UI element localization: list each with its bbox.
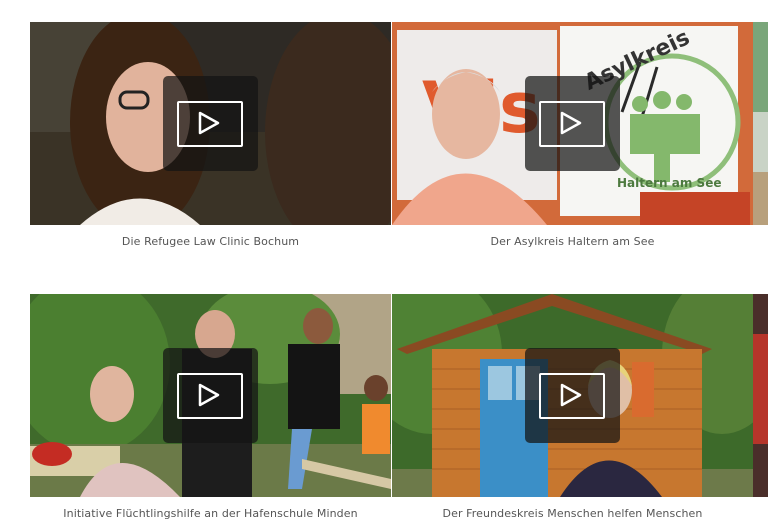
video-thumbnail[interactable]: Vis Asylkreis Haltern am See	[392, 22, 753, 225]
video-thumbnail[interactable]	[392, 294, 753, 497]
play-button[interactable]	[525, 348, 620, 443]
video-thumbnail[interactable]	[30, 294, 391, 497]
video-thumbnail[interactable]	[30, 22, 391, 225]
play-icon	[177, 373, 243, 419]
next-video-thumbnail-partial	[753, 22, 768, 225]
play-icon	[539, 101, 605, 147]
play-button[interactable]	[163, 348, 258, 443]
video-card-hafenschule-minden[interactable]: Initiative Flüchtlingshilfe an der Hafen…	[30, 294, 391, 520]
play-button[interactable]	[163, 76, 258, 171]
next-video-thumbnail-partial	[753, 294, 768, 497]
video-caption[interactable]: Initiative Flüchtlingshilfe an der Hafen…	[30, 507, 391, 520]
video-caption[interactable]: Der Asylkreis Haltern am See	[392, 235, 753, 248]
play-icon	[177, 101, 243, 147]
video-caption[interactable]: Der Freundeskreis Menschen helfen Mensch…	[392, 507, 753, 520]
play-button[interactable]	[525, 76, 620, 171]
play-icon	[539, 373, 605, 419]
video-card-freundeskreis-menschen[interactable]: Der Freundeskreis Menschen helfen Mensch…	[392, 294, 753, 520]
video-card-asylkreis-haltern[interactable]: Vis Asylkreis Haltern am See Der Asylkre…	[392, 22, 753, 248]
video-card-refugee-law-clinic[interactable]: Die Refugee Law Clinic Bochum	[30, 22, 391, 248]
sign-subtitle: Haltern am See	[617, 176, 721, 190]
video-caption[interactable]: Die Refugee Law Clinic Bochum	[30, 235, 391, 248]
